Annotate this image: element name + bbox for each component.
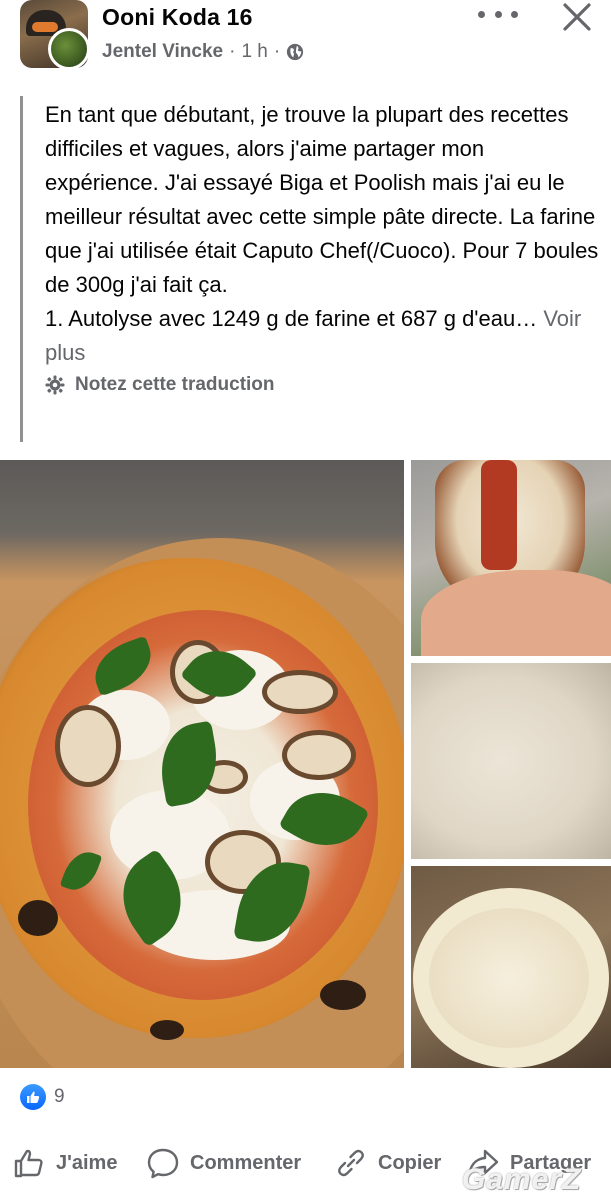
meta-separator: ·	[229, 41, 236, 62]
photo-slice-crumb[interactable]	[411, 460, 611, 656]
photo-dough-ball[interactable]	[411, 663, 611, 859]
mushroom	[262, 670, 338, 714]
like-icon	[14, 1149, 43, 1178]
copy-button[interactable]: Copier	[334, 1140, 441, 1186]
close-icon[interactable]	[560, 0, 594, 34]
more-dot	[478, 10, 485, 18]
gear-icon	[45, 375, 65, 395]
more-options-icon[interactable]	[478, 2, 518, 26]
comment-icon	[147, 1148, 179, 1179]
group-name[interactable]: Ooni Koda 16	[102, 4, 253, 31]
comment-button[interactable]: Commenter	[146, 1140, 301, 1186]
mushroom	[282, 730, 356, 780]
rate-translation[interactable]: Notez cette traduction	[45, 374, 600, 396]
author-name[interactable]: Jentel Vincke	[102, 41, 223, 63]
rate-translation-label: Notez cette traduction	[75, 374, 275, 395]
post-header: Ooni Koda 16 Jentel Vincke · 1 h ·	[0, 0, 611, 80]
reaction-summary[interactable]: 9	[20, 1084, 65, 1110]
thumbs-up-glyph	[27, 1091, 40, 1103]
photo-dough-bowl[interactable]	[411, 866, 611, 1068]
post-text-step: 1. Autolyse avec 1249 g de farine et 687…	[45, 306, 538, 331]
post-body: En tant que débutant, je trouve la plupa…	[20, 96, 600, 442]
globe-icon	[287, 43, 304, 61]
char-spot	[150, 1020, 184, 1040]
char-spot	[18, 900, 58, 936]
post-text: En tant que débutant, je trouve la plupa…	[45, 96, 600, 370]
copy-label: Copier	[378, 1151, 442, 1174]
comment-label: Commenter	[190, 1151, 302, 1174]
char-spot	[320, 980, 366, 1010]
photo-pizza[interactable]	[0, 460, 404, 1068]
like-label: J'aime	[56, 1151, 118, 1174]
more-dot	[511, 10, 518, 18]
reaction-count: 9	[54, 1086, 65, 1107]
post-text-main: En tant que débutant, je trouve la plupa…	[45, 102, 599, 297]
copy-icon	[338, 1149, 364, 1177]
slice-sauce	[481, 460, 517, 570]
group-avatar-fire	[32, 22, 58, 32]
dough	[429, 908, 589, 1048]
more-dot	[494, 10, 502, 18]
meta-separator-2: ·	[273, 41, 281, 62]
like-button[interactable]: J'aime	[12, 1140, 117, 1186]
like-reaction-icon	[20, 1084, 46, 1110]
post-meta: Jentel Vincke · 1 h ·	[102, 41, 304, 63]
post-time[interactable]: 1 h	[241, 41, 267, 63]
watermark: GamerZ	[462, 1163, 582, 1196]
mushroom	[55, 705, 121, 787]
author-avatar[interactable]	[48, 28, 90, 70]
